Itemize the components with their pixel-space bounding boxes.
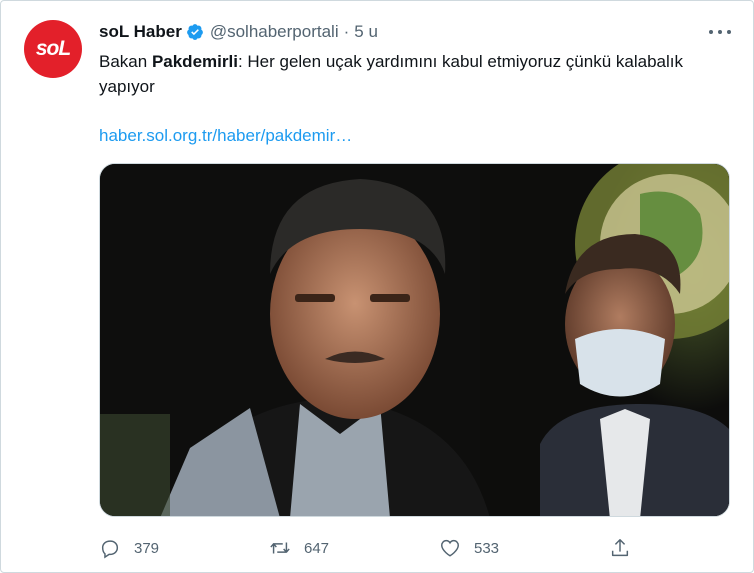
media-photo <box>100 164 729 516</box>
more-dot <box>727 30 731 34</box>
more-icon[interactable] <box>709 23 731 41</box>
tweet-media-image[interactable] <box>99 163 730 517</box>
share-icon <box>611 539 629 557</box>
tweet-link[interactable]: haber.sol.org.tr/haber/pakdemir… <box>99 123 352 148</box>
reply-button[interactable]: 379 <box>99 536 159 560</box>
tweet-text-bold: Pakdemirli <box>151 52 238 71</box>
reply-icon <box>101 540 119 559</box>
like-icon <box>441 539 459 557</box>
tweet-text-prefix: Bakan <box>99 52 152 71</box>
like-button[interactable]: 533 <box>439 536 499 560</box>
tweet-header: soL Haber @solhaberportali · 5 u <box>99 21 378 43</box>
handle[interactable]: @solhaberportali <box>210 22 339 42</box>
avatar-logo-text: soL <box>35 37 71 60</box>
tweet-actions: 379 647 533 <box>99 536 739 560</box>
timestamp[interactable]: 5 u <box>354 22 378 42</box>
share-button[interactable] <box>609 536 631 560</box>
retweet-button[interactable]: 647 <box>269 536 329 560</box>
tweet-text: Bakan Pakdemirli: Her gelen uçak yardımı… <box>99 49 699 99</box>
more-dot <box>709 30 713 34</box>
verified-icon <box>186 24 203 40</box>
more-dot <box>718 30 722 34</box>
avatar[interactable]: soL <box>24 20 82 78</box>
retweet-count: 647 <box>304 539 330 557</box>
tweet-card[interactable]: soL soL Haber @solhaberportali · 5 u Bak… <box>0 0 754 573</box>
display-name[interactable]: soL Haber <box>99 22 182 42</box>
retweet-icon <box>270 542 290 554</box>
reply-count: 379 <box>134 539 160 557</box>
separator-dot: · <box>343 22 350 41</box>
like-count: 533 <box>474 539 500 557</box>
